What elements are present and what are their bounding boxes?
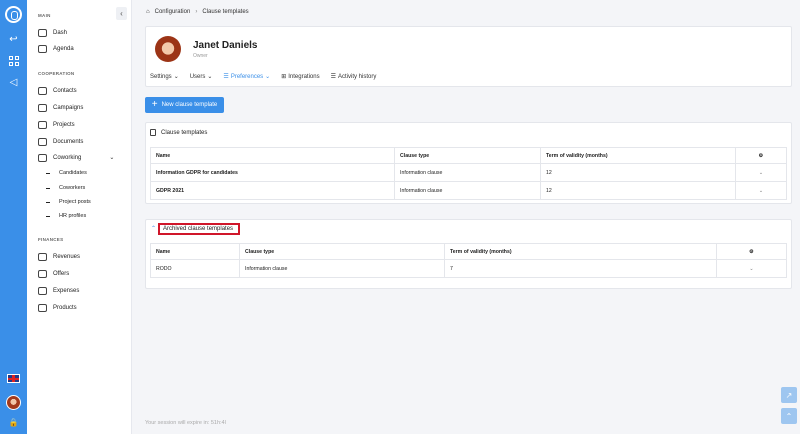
sidebar-subitem-project-posts[interactable]: Project posts — [46, 197, 91, 207]
chevron-down-icon: ⌄ — [265, 74, 271, 80]
tab-settings[interactable]: Settings ⌄ — [150, 73, 179, 81]
archived-clause-templates-heading[interactable]: Archived clause templates — [158, 223, 240, 235]
collapse-chevron-up-icon[interactable]: ⌃ — [151, 225, 156, 232]
cell-name[interactable]: GDPR 2021 — [150, 181, 395, 200]
new-clause-template-button[interactable]: + New clause template — [145, 97, 224, 113]
session-timer: Your session will expire in: 51h:4l — [145, 420, 226, 426]
column-header-term[interactable]: Term of validity (months) — [540, 147, 736, 164]
sidebar-item-dash[interactable]: Dash — [38, 27, 67, 38]
settings-gear-icon[interactable]: ⚙ — [735, 147, 787, 164]
breadcrumb: ⌂ Configuration › Clause templates — [146, 9, 249, 15]
profile-role: Owner — [193, 53, 208, 59]
column-header-term[interactable]: Term of validity (months) — [444, 243, 717, 260]
feedback-icon[interactable]: ↗ — [781, 387, 797, 403]
documents-icon — [38, 137, 47, 146]
home-icon[interactable]: ⌂ — [146, 9, 150, 15]
table-row[interactable]: Information GDPR for candidates Informat… — [150, 163, 787, 182]
tab-users[interactable]: Users ⌄ — [190, 73, 213, 81]
campaigns-icon — [38, 103, 47, 112]
megaphone-icon[interactable]: ◁ — [7, 76, 20, 89]
calendar-icon — [38, 44, 47, 53]
sidebar-item-documents[interactable]: Documents — [38, 136, 83, 147]
cell-term: 7 — [444, 259, 717, 278]
sidebar-item-agenda[interactable]: Agenda — [38, 43, 74, 54]
scroll-top-icon[interactable]: ⌃ — [781, 408, 797, 424]
sidebar-subitem-hr-profiles[interactable]: HR profiles — [46, 211, 86, 221]
sidebar-item-contacts[interactable]: Contacts — [38, 85, 77, 96]
history-icon: ☰ — [330, 74, 336, 80]
chevron-down-icon: ⌄ — [109, 155, 115, 161]
sidebar-item-products[interactable]: Products — [38, 302, 77, 313]
uk-flag-icon[interactable] — [7, 374, 20, 383]
settings-gear-icon[interactable]: ⚙ — [716, 243, 787, 260]
sidebar-subitem-candidates[interactable]: Candidates — [46, 168, 87, 178]
breadcrumb-separator-icon: › — [195, 9, 198, 15]
cell-term: 12 — [540, 181, 736, 200]
archived-templates-table: Name Clause type Term of validity (month… — [150, 243, 787, 278]
collapse-sidebar-button[interactable]: ‹ — [116, 7, 127, 20]
tab-preferences[interactable]: ☰ Preferences ⌄ — [223, 73, 271, 81]
app-logo-icon[interactable] — [5, 6, 22, 23]
products-icon — [38, 303, 47, 312]
sidebar-item-expenses[interactable]: Expenses — [38, 285, 79, 296]
dashboard-icon — [38, 28, 47, 37]
sidebar-item-coworking[interactable]: Coworking ⌄ — [38, 152, 114, 163]
table-row[interactable]: RODO Information clause 7 ⌄ — [150, 259, 787, 278]
user-avatar[interactable] — [6, 395, 21, 410]
column-header-name[interactable]: Name — [150, 147, 395, 164]
column-header-clause-type[interactable]: Clause type — [239, 243, 445, 260]
chevron-down-icon: ⌄ — [207, 74, 213, 80]
tab-integrations[interactable]: ⊞ Integrations — [281, 73, 319, 81]
sidebar-subitem-coworkers[interactable]: Coworkers — [46, 183, 85, 193]
plus-icon: + — [151, 99, 158, 110]
row-expand-chevron-icon[interactable]: ⌄ — [735, 163, 787, 182]
icon-rail: ↩ ◁ 🔒 — [0, 0, 27, 434]
profile-avatar — [155, 36, 181, 62]
column-header-clause-type[interactable]: Clause type — [394, 147, 541, 164]
sidebar-item-offers[interactable]: Offers — [38, 268, 69, 279]
section-main-label: MAIN — [38, 13, 51, 18]
projects-icon — [38, 120, 47, 129]
breadcrumb-configuration[interactable]: Configuration — [155, 9, 191, 15]
chevron-down-icon: ⌄ — [173, 74, 179, 80]
tab-activity-history[interactable]: ☰ Activity history — [330, 73, 377, 81]
contacts-icon — [38, 86, 47, 95]
coworking-icon — [38, 153, 47, 162]
column-header-name[interactable]: Name — [150, 243, 240, 260]
breadcrumb-current: Clause templates — [202, 9, 249, 15]
cell-name[interactable]: RODO — [150, 259, 240, 278]
integrations-icon: ⊞ — [281, 74, 287, 80]
back-arrow-icon[interactable]: ↩ — [7, 33, 20, 46]
cell-name[interactable]: Information GDPR for candidates — [150, 163, 395, 182]
offers-icon — [38, 269, 47, 278]
clipboard-icon — [150, 129, 156, 136]
sidebar-item-revenues[interactable]: Revenues — [38, 251, 80, 262]
cell-term: 12 — [540, 163, 736, 182]
row-expand-chevron-icon[interactable]: ⌄ — [735, 181, 787, 200]
sidebar-item-campaigns[interactable]: Campaigns — [38, 102, 83, 113]
grid-icon[interactable] — [7, 54, 20, 67]
settings-tabs: Settings ⌄ Users ⌄ ☰ Preferences ⌄ ⊞ Integrat… — [150, 73, 387, 81]
section-cooperation-label: COOPERATION — [38, 71, 75, 76]
expenses-icon — [38, 286, 47, 295]
preferences-icon: ☰ — [223, 74, 229, 80]
lock-icon[interactable]: 🔒 — [7, 416, 20, 429]
section-finances-label: FINANCES — [38, 237, 64, 242]
clause-templates-heading: Clause templates — [150, 129, 207, 136]
cell-clause-type: Information clause — [394, 163, 541, 182]
profile-name: Janet Daniels — [193, 40, 258, 51]
row-expand-chevron-icon[interactable]: ⌄ — [716, 259, 787, 278]
cell-clause-type: Information clause — [394, 181, 541, 200]
clause-templates-table: Name Clause type Term of validity (month… — [150, 147, 787, 200]
revenues-icon — [38, 252, 47, 261]
sidebar-item-projects[interactable]: Projects — [38, 119, 75, 130]
cell-clause-type: Information clause — [239, 259, 445, 278]
table-row[interactable]: GDPR 2021 Information clause 12 ⌄ — [150, 181, 787, 200]
